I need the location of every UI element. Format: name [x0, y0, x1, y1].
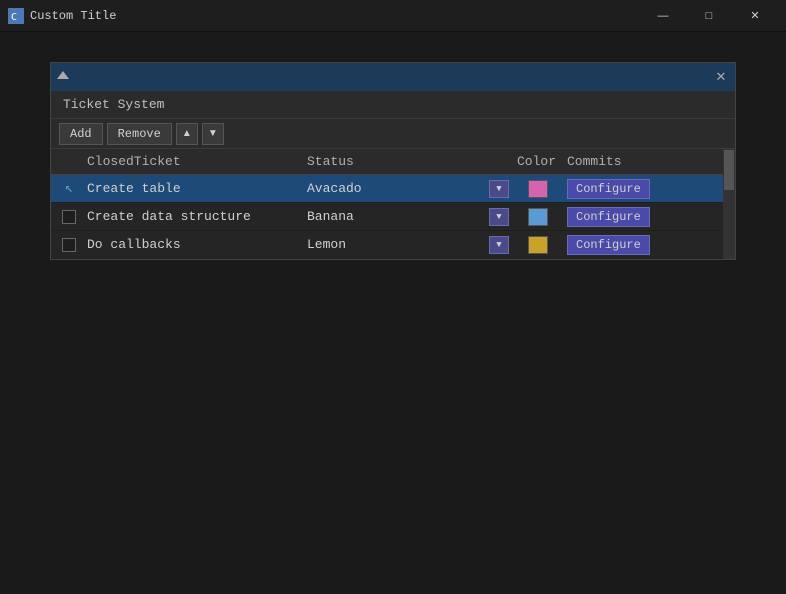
row-status: Banana ▼	[303, 208, 513, 226]
row-color	[513, 180, 563, 198]
table-row[interactable]: ↖ Create table Avacado ▼ Configure	[51, 175, 735, 203]
panel-title: Ticket System	[63, 97, 164, 112]
maximize-button[interactable]: □	[686, 0, 732, 32]
dialog-close-button[interactable]: ✕	[713, 69, 729, 85]
minimize-button[interactable]: —	[640, 0, 686, 32]
remove-button[interactable]: Remove	[107, 123, 172, 145]
row-color	[513, 208, 563, 226]
row-checkbox-cell	[55, 238, 83, 252]
row-ticket: Create table	[83, 181, 303, 196]
row-color	[513, 236, 563, 254]
cursor-indicator: ↖	[65, 180, 73, 197]
add-button[interactable]: Add	[59, 123, 103, 145]
configure-button[interactable]: Configure	[567, 235, 650, 255]
row-commits: Configure	[563, 207, 731, 227]
th-ticket: ClosedTicket	[83, 154, 303, 169]
status-dropdown-button[interactable]: ▼	[489, 180, 509, 198]
th-color: Color	[513, 154, 563, 169]
window-controls: — □ ✕	[640, 0, 778, 32]
scrollbar[interactable]	[723, 149, 735, 259]
row-status-text: Avacado	[307, 181, 485, 196]
row-status-text: Lemon	[307, 237, 485, 252]
row-commits: Configure	[563, 179, 731, 199]
pin-icon	[57, 71, 69, 83]
row-checkbox-cell: ↖	[55, 180, 83, 197]
dialog-titlebar-left	[57, 71, 69, 83]
move-up-button[interactable]: ▲	[176, 123, 198, 145]
table-body: ↖Create tableAvacado▼ConfigureCreate dat…	[51, 175, 735, 259]
row-ticket: Do callbacks	[83, 237, 303, 252]
configure-button[interactable]: Configure	[567, 207, 650, 227]
status-dropdown-button[interactable]: ▼	[489, 236, 509, 254]
table-container: ClosedTicket Status Color Commits ↖ Creat…	[51, 149, 735, 259]
color-swatch[interactable]	[528, 180, 548, 198]
row-ticket: Create data structure	[83, 209, 303, 224]
app-dialog: ✕ Ticket System Add Remove ▲ ▼ ClosedTic…	[50, 62, 736, 260]
desktop: ✕ Ticket System Add Remove ▲ ▼ ClosedTic…	[0, 32, 786, 594]
dialog-titlebar: ✕	[51, 63, 735, 91]
table-row[interactable]: Create data structure Banana ▼ Configure	[51, 203, 735, 231]
os-titlebar: C Custom Title — □ ✕	[0, 0, 786, 32]
move-down-button[interactable]: ▼	[202, 123, 224, 145]
th-status: Status	[303, 154, 513, 169]
color-swatch[interactable]	[528, 208, 548, 226]
close-window-button[interactable]: ✕	[732, 0, 778, 32]
th-commits: Commits	[563, 154, 731, 169]
row-checkbox-cell	[55, 210, 83, 224]
row-status: Avacado ▼	[303, 180, 513, 198]
color-swatch[interactable]	[528, 236, 548, 254]
table-row[interactable]: Do callbacks Lemon ▼ Configure	[51, 231, 735, 259]
row-status: Lemon ▼	[303, 236, 513, 254]
row-status-text: Banana	[307, 209, 485, 224]
row-checkbox[interactable]	[62, 210, 76, 224]
configure-button[interactable]: Configure	[567, 179, 650, 199]
os-window: C Custom Title — □ ✕ ✕	[0, 0, 786, 594]
table-header: ClosedTicket Status Color Commits	[51, 149, 735, 175]
status-dropdown-button[interactable]: ▼	[489, 208, 509, 226]
panel-header: Ticket System	[51, 91, 735, 119]
row-commits: Configure	[563, 235, 731, 255]
toolbar: Add Remove ▲ ▼	[51, 119, 735, 149]
os-title: Custom Title	[30, 9, 640, 23]
row-checkbox[interactable]	[62, 238, 76, 252]
app-icon: C	[8, 8, 24, 24]
svg-text:C: C	[11, 12, 17, 23]
scrollbar-thumb[interactable]	[724, 150, 734, 190]
